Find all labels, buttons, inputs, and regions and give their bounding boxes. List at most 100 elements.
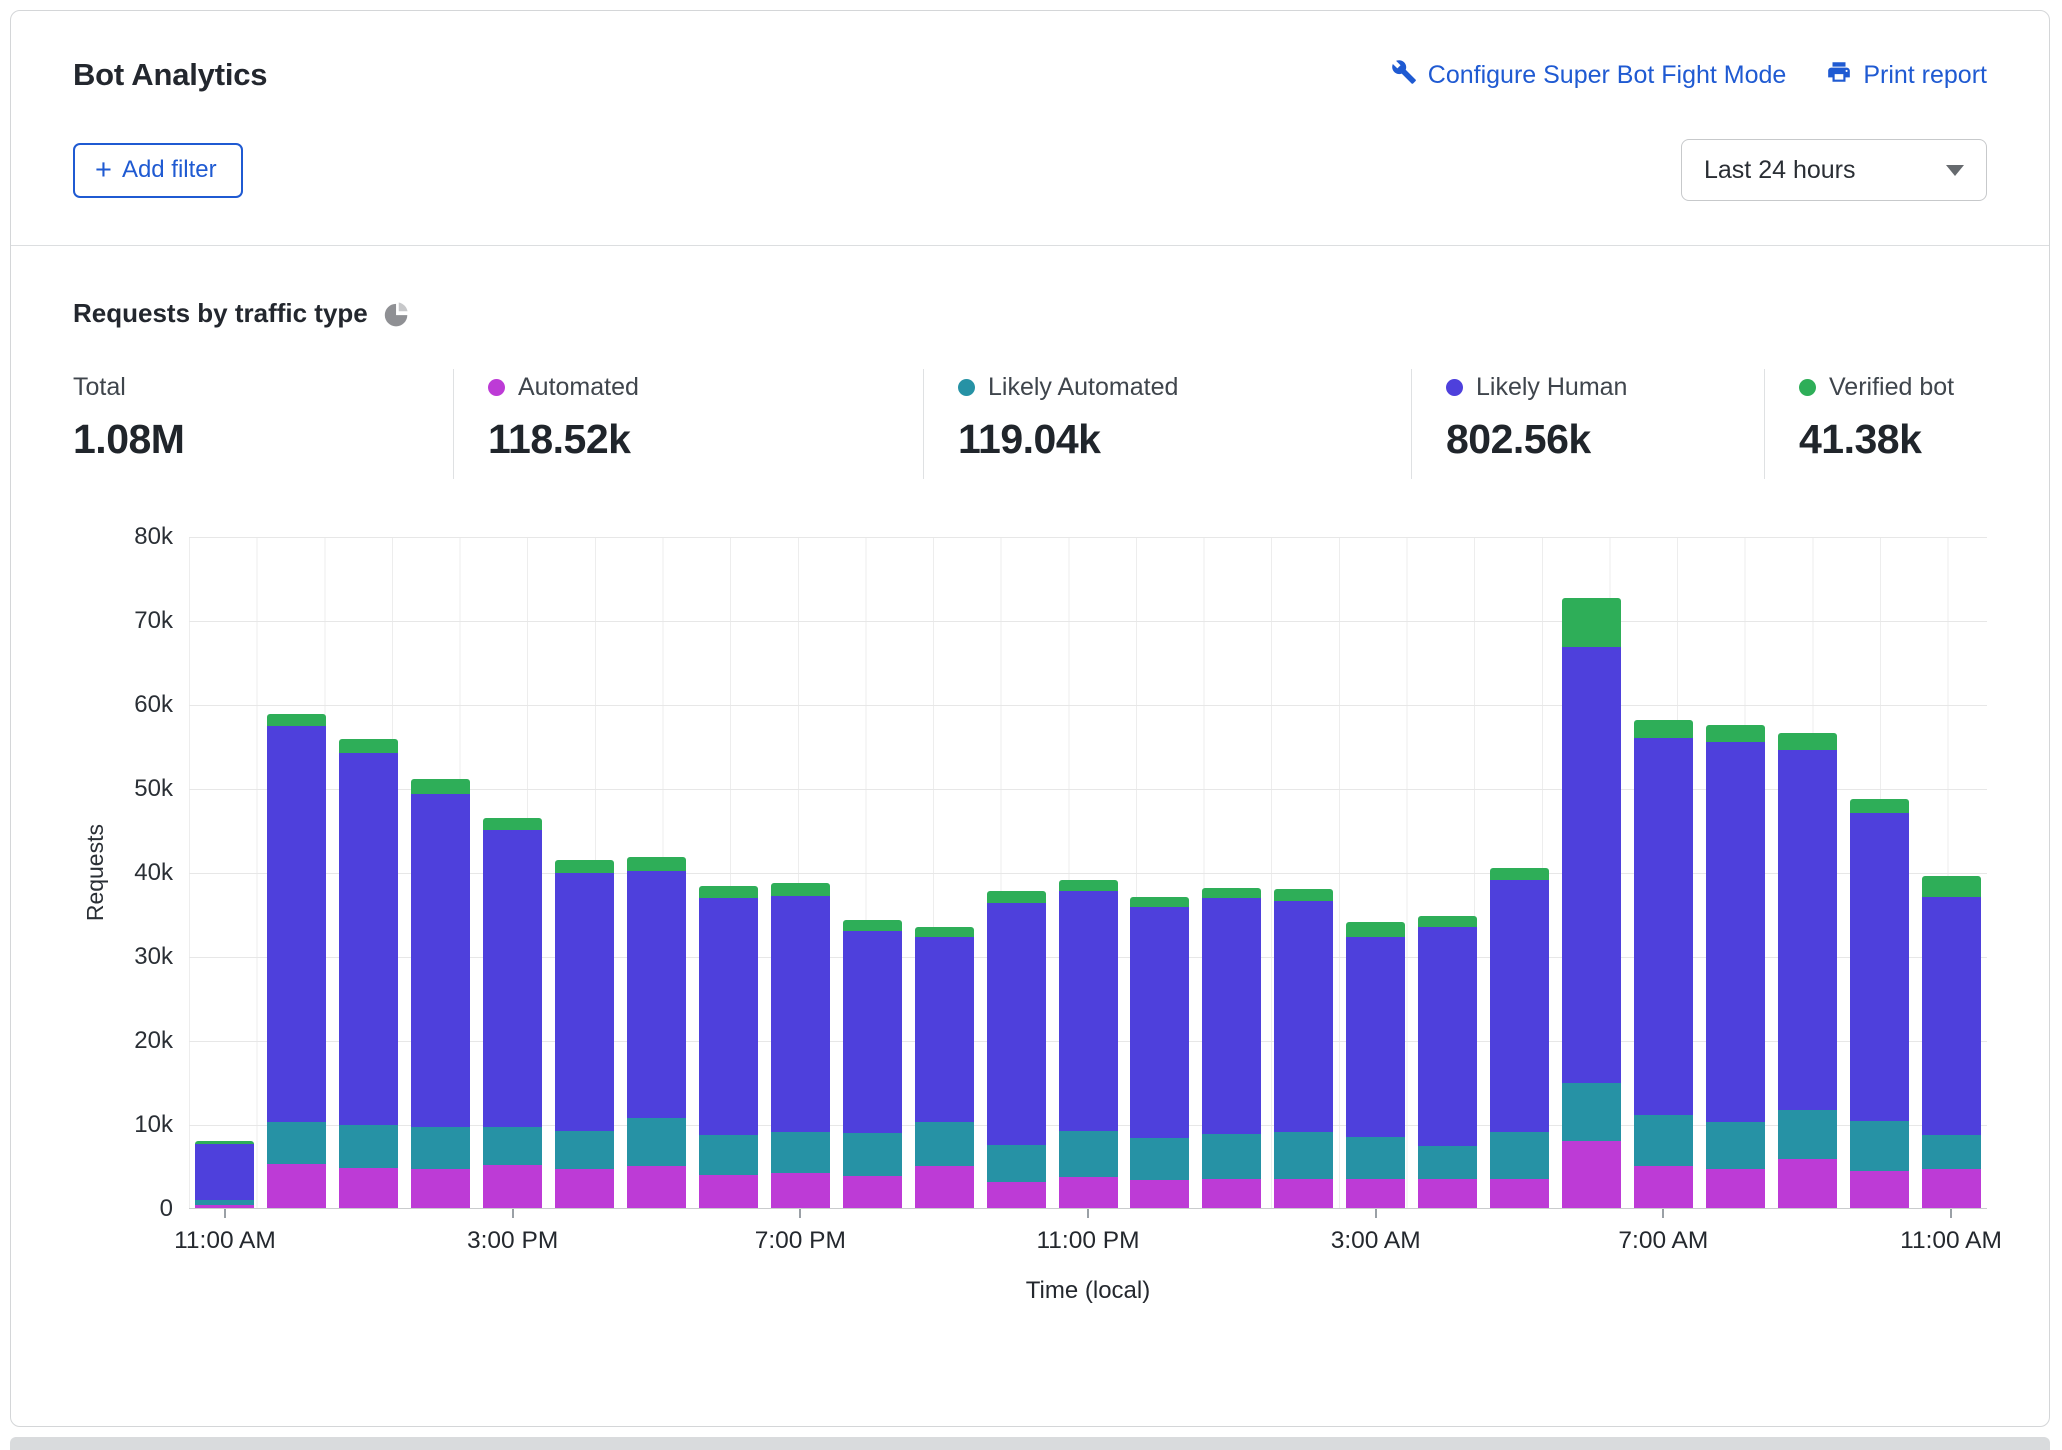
bar-segment-likely_human bbox=[1561, 646, 1621, 1083]
bar-segment-likely_automated bbox=[1490, 1132, 1550, 1179]
bar-segment-likely_automated bbox=[842, 1133, 902, 1177]
x-axis-tick-label: 3:00 PM bbox=[467, 1227, 559, 1254]
y-axis-tick-label: 30k bbox=[134, 943, 173, 970]
bar-segment-verified_bot bbox=[1490, 867, 1550, 880]
bar-segment-verified_bot bbox=[627, 856, 686, 872]
stacked-bar-16-300AM[interactable] bbox=[1346, 921, 1406, 1208]
bar-cell bbox=[621, 856, 693, 1208]
stacked-bar-0-1100AM[interactable] bbox=[195, 1140, 255, 1208]
stat-likely-human-value: 802.56k bbox=[1446, 416, 1591, 462]
bar-segment-verified_bot bbox=[1921, 876, 1981, 898]
bar-segment-likely_human bbox=[483, 830, 543, 1128]
stacked-bar-24-1100AM[interactable] bbox=[1921, 876, 1981, 1208]
likely-human-legend-dot bbox=[1446, 379, 1463, 396]
automated-legend-dot bbox=[488, 379, 505, 396]
stacked-bar-18-500AM[interactable] bbox=[1490, 867, 1550, 1208]
add-filter-button[interactable]: + Add filter bbox=[73, 142, 243, 198]
bar-cell bbox=[189, 1140, 261, 1208]
stacked-bar-8-700PM[interactable] bbox=[770, 882, 830, 1208]
bar-segment-likely_automated bbox=[1849, 1120, 1909, 1172]
bar-segment-verified_bot bbox=[842, 919, 902, 931]
bar-segment-likely_human bbox=[914, 936, 974, 1123]
stacked-bar-13-1200AM[interactable] bbox=[1130, 897, 1190, 1208]
bar-segment-automated bbox=[483, 1165, 543, 1208]
section-title: Requests by traffic type bbox=[73, 298, 368, 328]
bar-segment-verified_bot bbox=[411, 778, 471, 794]
stacked-bar-17-400AM[interactable] bbox=[1418, 915, 1478, 1208]
bar-segment-likely_automated bbox=[555, 1130, 615, 1170]
bar-segment-likely_automated bbox=[770, 1132, 830, 1173]
y-axis-tick-label: 0 bbox=[159, 1195, 173, 1222]
bar-segment-likely_human bbox=[1346, 936, 1406, 1137]
bar-segment-automated bbox=[339, 1167, 399, 1208]
stacked-bar-19-600AM[interactable] bbox=[1561, 598, 1621, 1208]
x-axis-tick-mark bbox=[1950, 1209, 1953, 1218]
bar-segment-verified_bot bbox=[1777, 733, 1837, 751]
stacked-bar-2-100PM[interactable] bbox=[339, 739, 399, 1208]
bar-segment-automated bbox=[986, 1181, 1046, 1208]
bar-segment-likely_human bbox=[1633, 737, 1693, 1115]
bar-cell bbox=[1484, 867, 1556, 1208]
print-report-link[interactable]: Print report bbox=[1826, 59, 1987, 92]
stacked-bar-20-700AM[interactable] bbox=[1633, 719, 1693, 1208]
stacked-bar-11-1000PM[interactable] bbox=[986, 891, 1046, 1208]
bar-segment-likely_human bbox=[1921, 897, 1981, 1135]
x-axis-title: Time (local) bbox=[1025, 1277, 1151, 1304]
bar-segment-verified_bot bbox=[914, 926, 974, 937]
bar-segment-likely_automated bbox=[1418, 1145, 1478, 1179]
bar-segment-likely_automated bbox=[1921, 1134, 1981, 1170]
bar-segment-automated bbox=[555, 1169, 615, 1208]
stacked-bar-21-800AM[interactable] bbox=[1705, 725, 1765, 1208]
stacked-bar-15-200AM[interactable] bbox=[1274, 888, 1334, 1208]
bar-cell bbox=[1340, 921, 1412, 1208]
bar-cell bbox=[1771, 733, 1843, 1208]
bar-segment-likely_human bbox=[1705, 741, 1765, 1123]
x-axis-tick-label: 11:00 PM bbox=[1036, 1227, 1140, 1254]
bar-segment-likely_automated bbox=[914, 1122, 974, 1166]
time-range-dropdown[interactable]: Last 24 hours bbox=[1681, 139, 1987, 201]
stacked-bar-3-200PM[interactable] bbox=[411, 778, 471, 1208]
stacked-bar-14-100AM[interactable] bbox=[1202, 887, 1262, 1208]
stacked-bar-5-400PM[interactable] bbox=[555, 860, 615, 1208]
bar-segment-automated bbox=[1346, 1178, 1406, 1208]
bar-segment-automated bbox=[1418, 1178, 1478, 1208]
bar-segment-verified_bot bbox=[1058, 880, 1118, 892]
bar-segment-likely_human bbox=[770, 896, 830, 1133]
stacked-bar-23-1000AM[interactable] bbox=[1849, 798, 1909, 1208]
bar-segment-automated bbox=[195, 1204, 255, 1208]
next-section-edge bbox=[10, 1437, 2050, 1450]
stat-automated: Automated 118.52k bbox=[453, 369, 923, 479]
bar-cell bbox=[1412, 915, 1484, 1208]
stacked-bar-22-900AM[interactable] bbox=[1777, 733, 1837, 1208]
bar-segment-verified_bot bbox=[1274, 888, 1334, 901]
stacked-bar-6-500PM[interactable] bbox=[627, 856, 686, 1208]
bar-cell bbox=[764, 882, 836, 1208]
stacked-bar-10-900PM[interactable] bbox=[914, 926, 974, 1208]
stat-likely-automated: Likely Automated 119.04k bbox=[923, 369, 1411, 479]
stat-likely-automated-value: 119.04k bbox=[958, 416, 1101, 462]
bar-segment-likely_human bbox=[339, 752, 399, 1125]
stat-total: Total 1.08M bbox=[73, 369, 453, 479]
time-range-value: Last 24 hours bbox=[1704, 155, 1856, 184]
x-axis-tick-mark bbox=[1087, 1209, 1089, 1218]
x-axis-tick-label: 3:00 AM bbox=[1330, 1227, 1421, 1254]
bar-cell bbox=[1627, 719, 1699, 1208]
configure-link-label: Configure Super Bot Fight Mode bbox=[1427, 60, 1787, 89]
bar-cell bbox=[1196, 887, 1268, 1208]
stacked-bar-4-300PM[interactable] bbox=[483, 818, 543, 1208]
stacked-bar-12-1100PM[interactable] bbox=[1058, 880, 1118, 1208]
y-axis-tick-label: 40k bbox=[134, 859, 173, 886]
bar-segment-likely_automated bbox=[1058, 1130, 1118, 1177]
bar-segment-likely_human bbox=[555, 872, 615, 1131]
configure-super-bot-fight-mode-link[interactable]: Configure Super Bot Fight Mode bbox=[1391, 59, 1787, 92]
stacked-bar-1-1200PM[interactable] bbox=[267, 714, 327, 1208]
requests-chart: Requests 80k 70k 60k 50k 40k 30k 20k 10k 0 11:00… bbox=[73, 523, 2002, 1305]
bar-segment-likely_human bbox=[267, 725, 327, 1123]
stacked-bar-9-800PM[interactable] bbox=[842, 919, 902, 1208]
bar-segment-verified_bot bbox=[1418, 915, 1478, 928]
stacked-bar-7-600PM[interactable] bbox=[698, 886, 758, 1208]
bar-segment-likely_human bbox=[1849, 813, 1909, 1121]
x-axis-tick-label: 7:00 AM bbox=[1618, 1227, 1709, 1254]
plus-icon: + bbox=[95, 153, 112, 186]
bar-segment-automated bbox=[1921, 1169, 1981, 1208]
